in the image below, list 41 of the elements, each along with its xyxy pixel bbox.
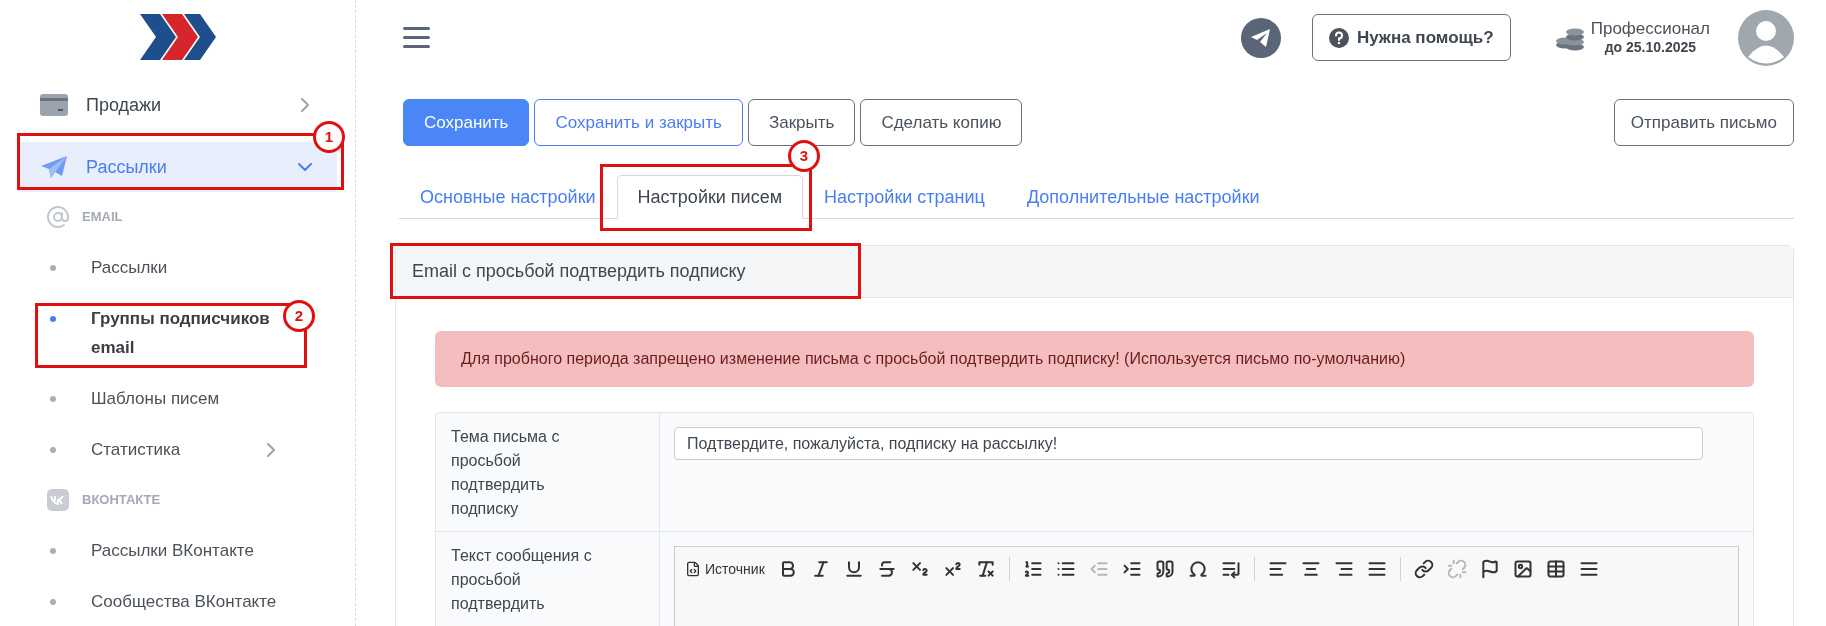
chevron-down-icon bbox=[298, 163, 312, 171]
step-number: 1 bbox=[313, 121, 345, 153]
tab[interactable]: Настройки писем bbox=[616, 175, 804, 219]
chevron-right-icon bbox=[267, 443, 275, 457]
chevron-right-icon bbox=[301, 98, 309, 112]
plan-name: Профессионал bbox=[1590, 19, 1710, 38]
sidebar-subitem[interactable]: Шаблоны писем bbox=[0, 373, 355, 424]
section-heading: ВКОНТАКТЕ bbox=[82, 491, 161, 510]
subject-input[interactable]: Подтвердите, пожалуйста, подписку на рассылку! bbox=[674, 427, 1703, 460]
tab[interactable]: Настройки страниц bbox=[803, 175, 1006, 219]
step-number: 3 bbox=[788, 140, 820, 172]
sidebar-subitem[interactable]: Сообщества ВКонтакте bbox=[0, 576, 355, 626]
send-email-button[interactable]: Отправить письмо bbox=[1613, 99, 1794, 146]
sidebar-subitem[interactable]: Рассылки ВКонтакте bbox=[0, 525, 355, 576]
section-heading: EMAIL bbox=[82, 208, 123, 227]
paper-plane-icon bbox=[40, 155, 68, 179]
alert-message: Для пробного периода запрещено изменение письма с просьбой подтвердить подписку! (Используется письмо по-умолчанию) bbox=[435, 331, 1754, 387]
action-button[interactable]: Закрыть bbox=[747, 99, 856, 146]
help-button[interactable]: Нужна помощь? bbox=[1311, 14, 1511, 61]
source-button[interactable]: Источник bbox=[685, 557, 765, 581]
sidebar-subitem[interactable]: Статистика bbox=[0, 424, 355, 475]
sidebar-subitem[interactable]: Рассылки bbox=[0, 242, 355, 293]
telegram-icon[interactable] bbox=[1240, 17, 1281, 58]
logo-icon bbox=[139, 14, 216, 60]
at-sign-icon bbox=[46, 205, 70, 229]
step-number: 2 bbox=[283, 300, 315, 332]
tab[interactable]: Дополнительные настройки bbox=[1005, 175, 1281, 219]
action-button[interactable]: Сделать копию bbox=[860, 99, 1023, 146]
menu-icon[interactable] bbox=[403, 27, 430, 48]
card-title: Email с просьбой подтвердить подписку bbox=[412, 260, 746, 283]
help-icon bbox=[1328, 27, 1349, 48]
plan-expiry: до 25.10.2025 bbox=[1604, 37, 1697, 56]
action-button[interactable]: Сохранить и закрыть bbox=[534, 99, 743, 146]
field-label: Текст сообщения с просьбой подтвердить bbox=[436, 532, 660, 626]
code-icon bbox=[685, 561, 701, 577]
tab[interactable]: Основные настройки bbox=[399, 175, 617, 219]
link-icon[interactable] bbox=[1413, 557, 1434, 581]
flag-icon[interactable] bbox=[1479, 557, 1500, 581]
field-label: Тема письма с просьбой подтвердить подписку bbox=[436, 413, 660, 531]
credit-card-icon bbox=[40, 94, 68, 116]
vk-icon bbox=[47, 489, 69, 511]
